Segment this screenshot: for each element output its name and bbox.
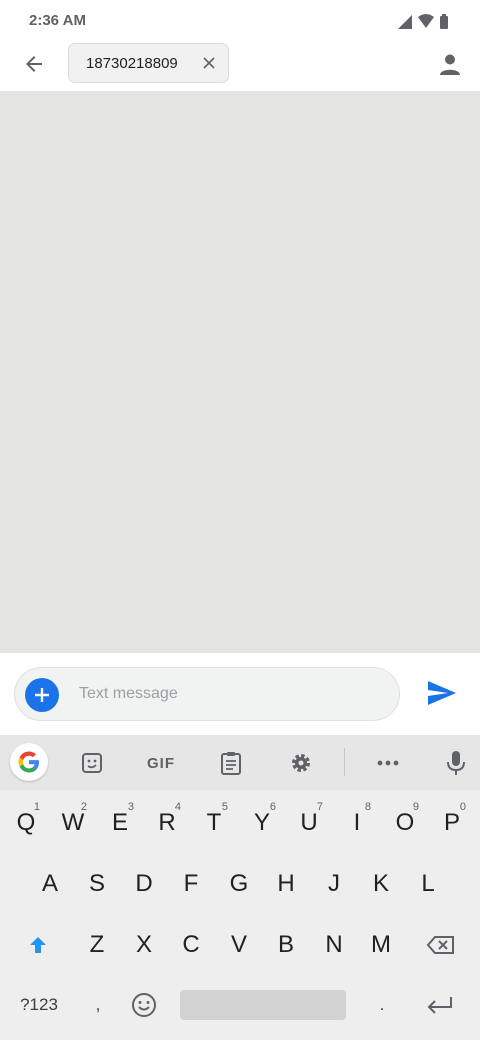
symbols-key[interactable]: ?123 — [14, 975, 64, 1035]
send-button[interactable] — [424, 677, 460, 709]
key-i[interactable]: I8 — [335, 793, 379, 853]
message-thread[interactable] — [0, 92, 480, 653]
key-r[interactable]: R4 — [145, 793, 189, 853]
toolbar-divider — [344, 748, 345, 776]
backspace-icon — [426, 936, 454, 954]
key-q[interactable]: Q1 — [4, 793, 48, 853]
key-e[interactable]: E3 — [98, 793, 142, 853]
key-g[interactable]: G — [217, 854, 261, 914]
plus-icon — [35, 688, 49, 702]
compose-field — [14, 667, 400, 721]
keyboard-row-3: Z X C V B N M — [0, 915, 480, 975]
add-attachment-button[interactable] — [25, 678, 59, 712]
clipboard-icon[interactable] — [213, 746, 249, 780]
recipient-number: 18730218809 — [86, 55, 178, 72]
key-c[interactable]: C — [169, 915, 213, 975]
space-key[interactable] — [180, 990, 346, 1020]
arrow-left-icon — [26, 56, 42, 72]
key-v[interactable]: V — [217, 915, 261, 975]
key-k[interactable]: K — [359, 854, 403, 914]
battery-icon — [440, 14, 448, 29]
emoji-key[interactable] — [122, 975, 166, 1035]
comma-key[interactable]: , — [76, 975, 120, 1035]
key-u[interactable]: U7 — [287, 793, 331, 853]
status-bar: 2:36 AM — [0, 0, 480, 40]
shift-key[interactable] — [16, 915, 60, 975]
key-s[interactable]: S — [75, 854, 119, 914]
key-d[interactable]: D — [122, 854, 166, 914]
status-time: 2:36 AM — [29, 12, 86, 29]
signal-icon — [398, 15, 412, 29]
compose-area — [0, 653, 480, 735]
back-button[interactable] — [16, 48, 52, 80]
close-icon[interactable] — [200, 54, 218, 72]
key-p[interactable]: P0 — [430, 793, 474, 853]
keyboard-toolbar: GIF — [0, 735, 480, 790]
key-b[interactable]: B — [264, 915, 308, 975]
gear-icon[interactable] — [283, 746, 319, 780]
shift-arrow-icon — [30, 937, 46, 953]
send-icon — [428, 681, 456, 705]
key-f[interactable]: F — [169, 854, 213, 914]
gif-label: GIF — [147, 754, 175, 772]
enter-arrow-icon — [427, 997, 452, 1014]
status-icons — [398, 12, 458, 30]
key-z[interactable]: Z — [75, 915, 119, 975]
key-m[interactable]: M — [359, 915, 403, 975]
emoji-icon — [132, 993, 156, 1017]
key-l[interactable]: L — [406, 854, 450, 914]
backspace-key[interactable] — [419, 915, 463, 975]
keyboard-row-1: Q1 W2 E3 R4 T5 Y6 U7 I8 O9 P0 — [0, 793, 480, 853]
key-n[interactable]: N — [312, 915, 356, 975]
sticker-icon[interactable] — [74, 746, 110, 780]
period-key[interactable]: . — [360, 975, 404, 1035]
wifi-icon — [418, 14, 434, 28]
conversation-header: 18730218809 — [0, 40, 480, 92]
recipient-chip[interactable]: 18730218809 — [68, 43, 229, 83]
enter-key[interactable] — [418, 975, 462, 1035]
more-icon[interactable] — [370, 746, 406, 780]
google-icon[interactable] — [10, 743, 48, 781]
key-j[interactable]: J — [312, 854, 356, 914]
keyboard-row-2: A S D F G H J K L — [0, 854, 480, 914]
key-y[interactable]: Y6 — [240, 793, 284, 853]
mic-icon[interactable] — [438, 746, 474, 780]
key-t[interactable]: T5 — [192, 793, 236, 853]
gif-button[interactable]: GIF — [138, 746, 184, 780]
key-o[interactable]: O9 — [383, 793, 427, 853]
keyboard: GIF Q1 W2 E3 R4 T5 Y6 U7 I8 O9 P0 A S D … — [0, 735, 480, 1040]
key-h[interactable]: H — [264, 854, 308, 914]
message-input[interactable] — [79, 685, 379, 703]
person-icon — [440, 54, 460, 75]
keyboard-row-bottom: ?123 , . — [0, 975, 480, 1035]
key-a[interactable]: A — [28, 854, 72, 914]
key-w[interactable]: W2 — [51, 793, 95, 853]
contact-button[interactable] — [434, 48, 466, 80]
key-x[interactable]: X — [122, 915, 166, 975]
